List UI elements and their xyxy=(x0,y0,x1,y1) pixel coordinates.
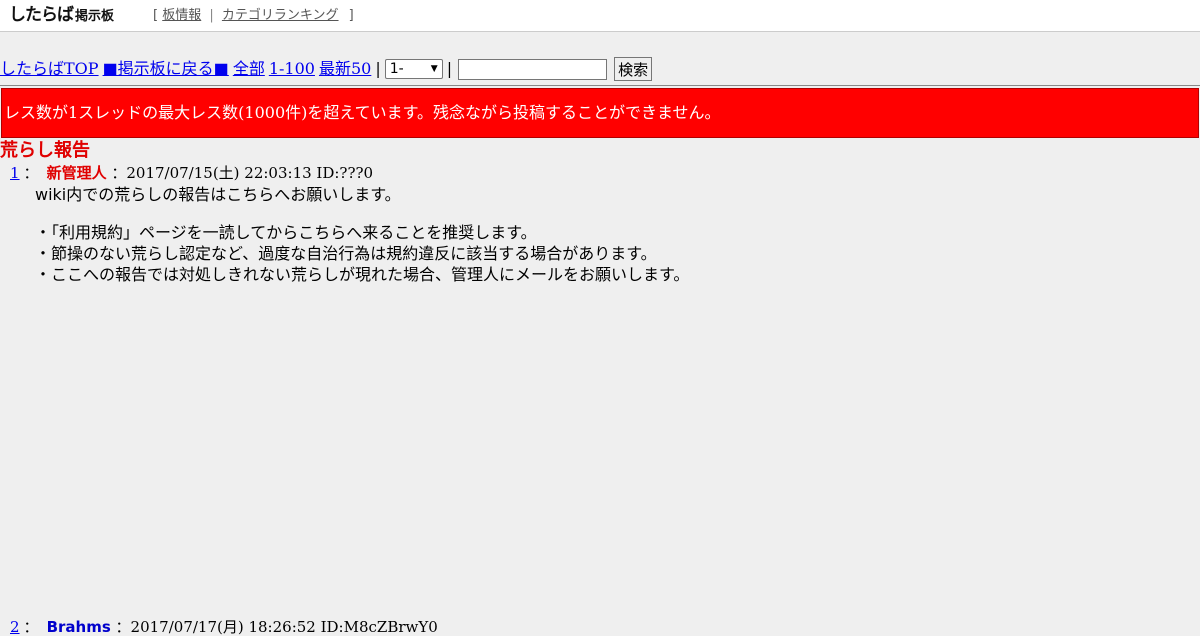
poster-name: 新管理人 xyxy=(46,164,107,182)
post-colon: ： xyxy=(23,164,39,182)
top-bar: したらば 掲示板 [ 板情報 | カテゴリランキング ] xyxy=(0,0,1200,32)
divider xyxy=(0,85,1200,86)
back-to-board-link[interactable]: ■掲示板に戻る■ xyxy=(103,58,229,80)
latest-50-link[interactable]: 最新50 xyxy=(319,58,371,80)
max-posts-alert: レス数が1スレッドの最大レス数(1000件)を超えています。残念ながら投稿するこ… xyxy=(1,88,1199,138)
bracket-close: ] xyxy=(348,8,354,23)
poster-name: Brahms xyxy=(46,618,111,636)
post-line: ・節操のない荒らし認定など、過度な自治行為は規約違反に該当する場合があります。 xyxy=(35,244,657,263)
post-number-link[interactable]: 2 xyxy=(10,618,20,636)
logo-sub-text: 掲示板 xyxy=(75,9,115,24)
post-line: ・「利用規約」ページを一読してからこちらへ来ることを推奨します。 xyxy=(35,223,537,242)
board-info-link[interactable]: 板情報 xyxy=(162,8,201,23)
post-meta: ：2017/07/15(土) 22:03:13 ID:???0 xyxy=(111,164,374,182)
post-header: 2： Brahms ：2017/07/17(月) 18:26:52 ID:M8cZ… xyxy=(10,618,438,636)
shitaraba-logo[interactable]: したらば 掲示板 xyxy=(9,5,114,27)
range-select[interactable]: 1- ▼ xyxy=(384,59,443,79)
search-input[interactable] xyxy=(458,58,608,80)
search-button[interactable]: 検索 xyxy=(614,57,653,81)
logo-text: したらば xyxy=(9,5,74,25)
header-links: [ 板情報 | カテゴリランキング ] xyxy=(153,8,354,24)
nav-separator: | xyxy=(375,59,381,78)
post-line: wiki内での荒らしの報告はこちらへお願いします。 xyxy=(35,185,401,204)
post-colon: ： xyxy=(23,618,39,636)
bracket-open: [ xyxy=(153,8,159,23)
post-body: wiki内での荒らしの報告はこちらへお願いします。 ・「利用規約」ページを一読し… xyxy=(35,184,689,285)
show-all-link[interactable]: 全部 xyxy=(233,58,265,80)
chevron-down-icon: ▼ xyxy=(430,64,438,74)
thread-nav: したらばTOP ■掲示板に戻る■ 全部 1-100 最新50 | 1- ▼ | … xyxy=(0,57,653,81)
range-select-value: 1- xyxy=(389,61,404,77)
category-ranking-link[interactable]: カテゴリランキング xyxy=(222,8,339,23)
shitaraba-top-link[interactable]: したらばTOP xyxy=(0,58,99,80)
post-number-link[interactable]: 1 xyxy=(10,164,20,182)
range-1-100-link[interactable]: 1-100 xyxy=(269,58,315,80)
nav-separator: | xyxy=(446,59,453,78)
post-meta: ：2017/07/17(月) 18:26:52 ID:M8cZBrwY0 xyxy=(115,618,438,636)
post-header: 1： 新管理人 ：2017/07/15(土) 22:03:13 ID:???0 xyxy=(10,164,373,182)
thread-title: 荒らし報告 xyxy=(0,140,90,161)
post-line: ・ここへの報告では対処しきれない荒らしが現れた場合、管理人にメールをお願いします… xyxy=(35,265,690,284)
header-separator: | xyxy=(209,8,214,23)
